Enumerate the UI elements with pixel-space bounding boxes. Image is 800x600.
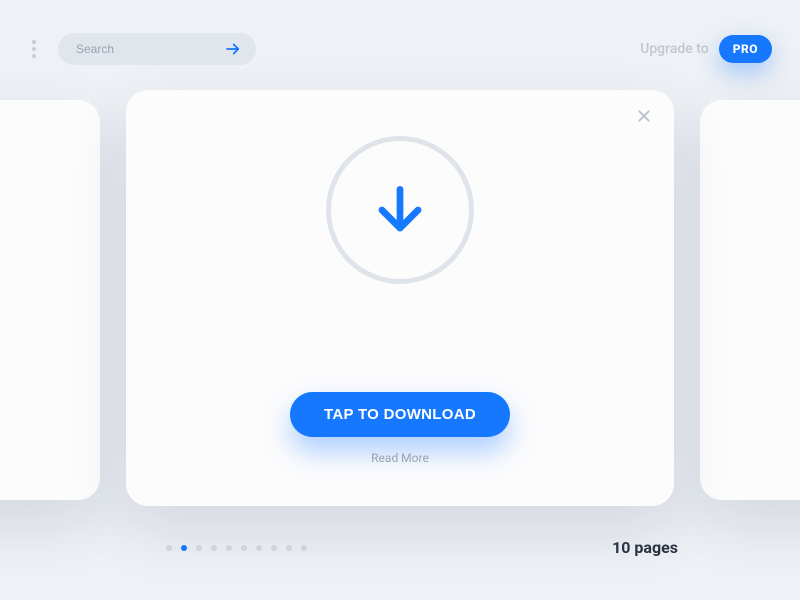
download-icon [326, 136, 474, 284]
page-dot[interactable] [241, 545, 247, 551]
carousel-card-next[interactable] [700, 100, 800, 500]
pagination-dots[interactable] [166, 545, 307, 551]
page-dot[interactable] [226, 545, 232, 551]
upgrade-label: Upgrade to [640, 41, 709, 57]
search-field[interactable] [58, 33, 256, 65]
page-dot[interactable] [211, 545, 217, 551]
carousel-card-prev[interactable] [0, 100, 100, 500]
page-dot[interactable] [181, 545, 187, 551]
page-count-label: 10 pages [612, 538, 678, 557]
page-dot[interactable] [286, 545, 292, 551]
page-dot[interactable] [166, 545, 172, 551]
page-dot[interactable] [256, 545, 262, 551]
more-menu-button[interactable] [28, 36, 40, 62]
page-dot[interactable] [301, 545, 307, 551]
carousel-card-current: TAP TO DOWNLOAD Read More [126, 90, 674, 506]
close-icon[interactable] [636, 108, 652, 128]
page-dot[interactable] [196, 545, 202, 551]
page-dot[interactable] [271, 545, 277, 551]
read-more-link[interactable]: Read More [371, 451, 429, 465]
tap-to-download-button[interactable]: TAP TO DOWNLOAD [290, 392, 510, 437]
search-input[interactable] [76, 42, 196, 56]
carousel: TAP TO DOWNLOAD Read More [0, 90, 800, 530]
upgrade-pro-button[interactable]: PRO [719, 35, 772, 63]
arrow-right-icon[interactable] [224, 40, 242, 58]
